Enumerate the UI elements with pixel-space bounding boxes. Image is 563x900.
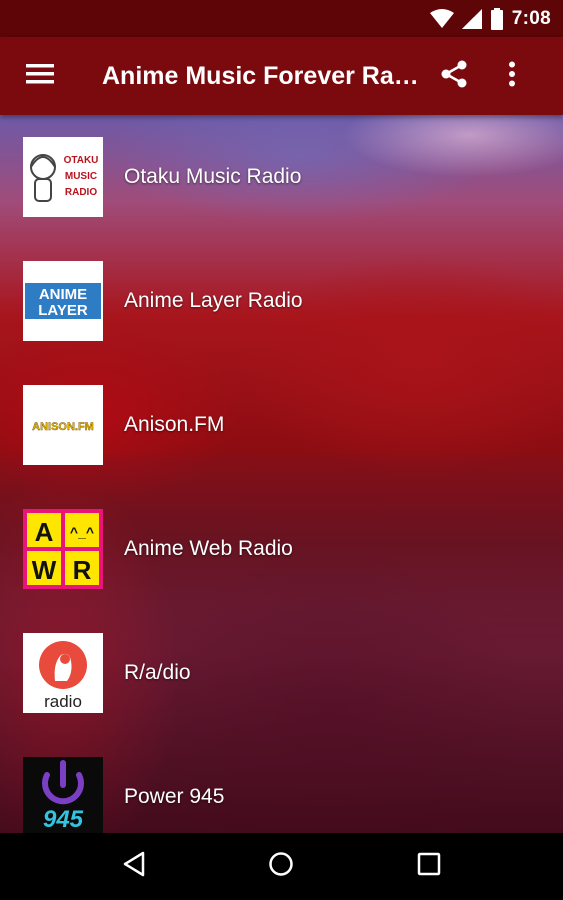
recents-button[interactable] [389, 833, 469, 900]
power-945-logo: 945 [23, 757, 103, 833]
more-vert-icon [508, 61, 516, 92]
home-icon [268, 851, 294, 882]
battery-icon [490, 7, 504, 30]
svg-text:ANISON.FM: ANISON.FM [32, 421, 94, 433]
svg-text:LAYER: LAYER [38, 302, 88, 319]
station-item-anime-layer-radio[interactable]: ANIME LAYER Anime Layer Radio [0, 239, 563, 363]
app-title: Anime Music Forever Radio [102, 61, 425, 90]
home-button[interactable] [241, 833, 321, 900]
wifi-icon [429, 8, 454, 29]
station-name: Anison.FM [124, 413, 225, 436]
svg-text:^_^: ^_^ [70, 524, 94, 540]
svg-text:A: A [35, 517, 54, 547]
svg-text:ANIME: ANIME [39, 286, 87, 303]
station-name: Power 945 [124, 785, 225, 808]
status-bar: 7:08 [0, 0, 563, 37]
back-button[interactable] [94, 833, 174, 900]
svg-text:RADIO: RADIO [65, 187, 97, 198]
svg-text:R: R [73, 555, 92, 585]
anime-web-radio-logo: A ^_^ W R [23, 509, 103, 589]
station-name: Anime Layer Radio [124, 289, 303, 312]
svg-text:W: W [32, 555, 57, 585]
station-item-otaku-music-radio[interactable]: OTAKU MUSIC RADIO Otaku Music Radio [0, 115, 563, 239]
station-name: Anime Web Radio [124, 537, 293, 560]
svg-text:MUSIC: MUSIC [65, 171, 97, 182]
anison-fm-logo: ANISON.FM [23, 385, 103, 465]
overflow-menu-button[interactable] [483, 37, 541, 115]
station-item-radio[interactable]: radio R/a/dio [0, 611, 563, 735]
r-a-dio-logo: radio [23, 633, 103, 713]
back-icon [121, 851, 147, 882]
navigation-bar [0, 833, 563, 900]
hamburger-menu-icon [26, 63, 54, 90]
station-item-power-945[interactable]: 945 Power 945 [0, 735, 563, 833]
station-list-container[interactable]: OTAKU MUSIC RADIO Otaku Music Radio ANIM… [0, 115, 563, 833]
app-bar: Anime Music Forever Radio [0, 37, 563, 115]
screen: 7:08 Anime Music Forever Radio OTAKU MUS… [0, 0, 563, 900]
station-name: R/a/dio [124, 661, 191, 684]
svg-text:OTAKU: OTAKU [64, 155, 99, 166]
recents-icon [417, 852, 441, 881]
station-item-anison-fm[interactable]: ANISON.FM Anison.FM [0, 363, 563, 487]
status-time: 7:08 [511, 7, 551, 29]
svg-text:945: 945 [43, 806, 84, 833]
anime-layer-radio-logo: ANIME LAYER [23, 261, 103, 341]
station-name: Otaku Music Radio [124, 165, 302, 188]
share-button[interactable] [425, 37, 483, 115]
otaku-music-radio-logo: OTAKU MUSIC RADIO [23, 137, 103, 217]
signal-icon [461, 8, 482, 29]
svg-text:radio: radio [44, 692, 82, 711]
menu-button[interactable] [0, 37, 80, 115]
share-icon [440, 60, 468, 93]
station-item-anime-web-radio[interactable]: A ^_^ W R Anime Web Radio [0, 487, 563, 611]
